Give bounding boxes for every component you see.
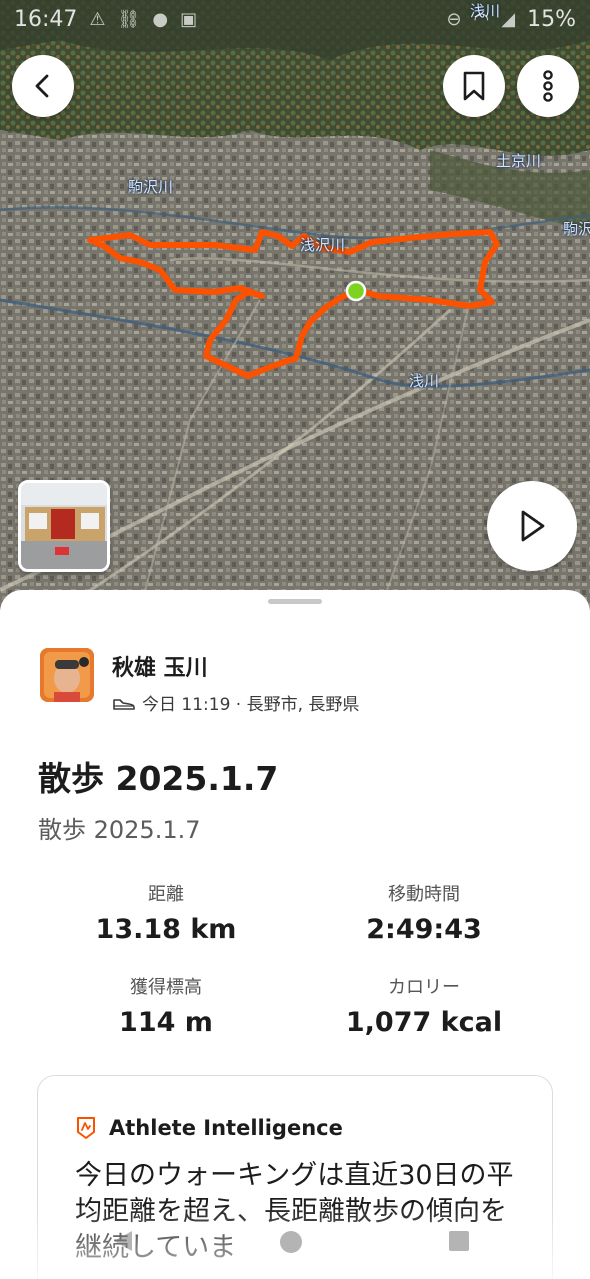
athlete-intelligence-icon bbox=[77, 1117, 95, 1139]
map-label: 駒沢川 bbox=[128, 178, 174, 196]
activity-meta: 今日 11:19 · 長野市, 長野県 bbox=[142, 695, 360, 715]
triangle-back-icon bbox=[114, 1231, 132, 1251]
play-icon bbox=[521, 510, 545, 542]
stat-moving-time: 移動時間 2:49:43 bbox=[304, 880, 544, 945]
warning-icon: ⚠ bbox=[89, 8, 106, 30]
sheet-drag-handle[interactable] bbox=[268, 599, 322, 604]
notification-icon: ● bbox=[152, 8, 169, 30]
dnd-icon: ⊖ bbox=[446, 8, 462, 30]
nav-back-button[interactable] bbox=[110, 1229, 136, 1257]
activity-sheet[interactable]: 秋雄 玉川 今日 11:19 · 長野市, 長野県 散歩 2025.1.7 散歩… bbox=[0, 590, 590, 1279]
activity-title: 散歩 2025.1.7 bbox=[38, 759, 279, 798]
nav-recents-button[interactable] bbox=[447, 1229, 471, 1257]
stat-label: 獲得標高 bbox=[130, 977, 202, 998]
map-label: 浅川 bbox=[409, 372, 440, 390]
avatar[interactable] bbox=[40, 648, 94, 702]
bookmark-button[interactable] bbox=[443, 55, 505, 117]
stat-distance: 距離 13.18 km bbox=[46, 880, 286, 945]
stat-label: カロリー bbox=[388, 977, 460, 998]
athlete-name[interactable]: 秋雄 玉川 bbox=[112, 650, 359, 682]
athlete-intelligence-title: Athlete Intelligence bbox=[109, 1116, 343, 1140]
play-flyby-button[interactable] bbox=[487, 481, 577, 571]
photo-thumbnail[interactable] bbox=[18, 480, 110, 572]
back-button[interactable] bbox=[12, 55, 74, 117]
more-options-button[interactable] bbox=[517, 55, 579, 117]
status-bar: 16:47 ⚠ ⛓ ● ▣ ⊖ ◠ ◢ 15% bbox=[14, 4, 576, 34]
route-map[interactable]: 駒沢川 浅川 土京川 駒沢川 浅沢川 浅川 16:47 ⚠ ⛓ ● ▣ ⊖ ◠ … bbox=[0, 0, 590, 610]
bookmark-icon bbox=[463, 71, 485, 101]
map-label: 土京川 bbox=[496, 152, 542, 170]
chevron-left-icon bbox=[35, 74, 49, 98]
stat-value: 1,077 kcal bbox=[345, 1007, 503, 1038]
start-marker bbox=[345, 280, 367, 302]
battery-level: 15% bbox=[527, 6, 576, 32]
wifi-icon: ◠ bbox=[473, 8, 490, 30]
map-label: 駒沢川 bbox=[563, 220, 590, 238]
calendar-icon: ▣ bbox=[180, 8, 198, 30]
stat-value: 114 m bbox=[119, 1007, 213, 1038]
avatar-image bbox=[40, 648, 94, 702]
status-time: 16:47 bbox=[14, 6, 78, 32]
storefront-photo bbox=[21, 483, 107, 569]
nav-home-button[interactable] bbox=[278, 1229, 304, 1259]
more-vertical-icon bbox=[543, 70, 553, 102]
athlete-header[interactable]: 秋雄 玉川 今日 11:19 · 長野市, 長野県 bbox=[40, 648, 359, 715]
stat-value: 2:49:43 bbox=[366, 914, 482, 945]
stat-elevation-gain: 獲得標高 114 m bbox=[46, 973, 286, 1038]
circle-home-icon bbox=[280, 1231, 302, 1253]
stat-label: 移動時間 bbox=[388, 884, 460, 905]
activity-description: 散歩 2025.1.7 bbox=[38, 816, 201, 844]
stat-calories: カロリー 1,077 kcal bbox=[304, 973, 544, 1038]
link-icon: ⛓ bbox=[117, 8, 141, 30]
signal-icon: ◢ bbox=[501, 8, 516, 30]
square-recents-icon bbox=[449, 1231, 469, 1251]
shoe-icon bbox=[113, 698, 135, 710]
stat-value: 13.18 km bbox=[95, 914, 237, 945]
stat-label: 距離 bbox=[148, 884, 184, 905]
map-label: 浅沢川 bbox=[300, 236, 346, 254]
